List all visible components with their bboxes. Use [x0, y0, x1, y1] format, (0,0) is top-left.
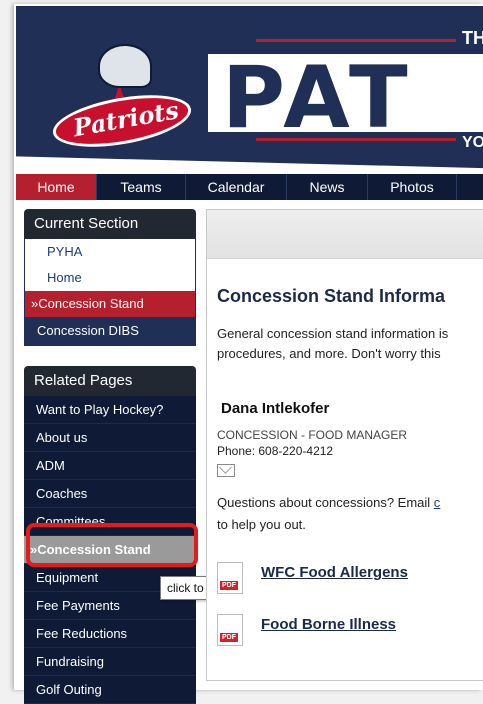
- document-link-wfc-food-allergens[interactable]: WFC Food Allergens: [261, 564, 408, 581]
- section-item-pyha[interactable]: PYHA: [25, 239, 195, 265]
- email-icon[interactable]: [217, 464, 235, 477]
- section-item-concession-stand[interactable]: »Concession Stand: [25, 291, 195, 317]
- nav-home[interactable]: Home: [16, 174, 97, 200]
- banner-text-top: THE: [462, 28, 483, 48]
- nav-calendar[interactable]: Calendar: [186, 174, 287, 200]
- patriot-helmet-icon: [98, 44, 152, 88]
- related-item-golf-outing[interactable]: Golf Outing: [24, 676, 196, 704]
- current-section-heading: Current Section: [24, 209, 196, 239]
- banner-stripe: [256, 39, 456, 42]
- questions-text: Questions about concessions? Email c to …: [217, 495, 441, 532]
- related-pages-heading: Related Pages: [24, 366, 196, 396]
- content-toolbar: [207, 210, 483, 259]
- current-section-panel: Current Section PYHA Home »Concession St…: [24, 209, 196, 346]
- related-item-coaches[interactable]: Coaches: [24, 480, 196, 508]
- contact-name: Dana Intlekofer: [221, 400, 330, 417]
- banner-text-bottom: YOU: [462, 134, 483, 151]
- contact-role: CONCESSION - FOOD MANAGER: [217, 428, 408, 442]
- pdf-icon: PDF: [217, 614, 243, 646]
- pdf-icon: PDF: [217, 562, 243, 594]
- document-link-food-borne-illness[interactable]: Food Borne Illness: [261, 616, 396, 633]
- related-item-fee-reductions[interactable]: Fee Reductions: [24, 620, 196, 648]
- document-item[interactable]: PDF Food Borne Illness: [217, 612, 477, 646]
- site-banner: THE YOU PAT ★ Patriots: [16, 6, 483, 172]
- related-item-want-to-play[interactable]: Want to Play Hockey?: [24, 396, 196, 424]
- page-description: General concession stand information is …: [217, 326, 449, 361]
- current-section-list: PYHA Home »Concession Stand Concession D…: [24, 239, 196, 346]
- related-item-fundraising[interactable]: Fundraising: [24, 648, 196, 676]
- content-panel: Concession Stand Informa General concess…: [206, 209, 483, 681]
- email-link[interactable]: c: [434, 495, 441, 510]
- document-item[interactable]: PDF WFC Food Allergens: [217, 560, 477, 594]
- highlight-annotation-box: [26, 523, 198, 567]
- patriots-logo[interactable]: ★ Patriots: [26, 36, 206, 156]
- nav-photos[interactable]: Photos: [368, 174, 457, 200]
- page-title: Concession Stand Informa: [217, 286, 446, 306]
- banner-wordmark: PAT: [208, 48, 483, 148]
- main-nav: Home Teams Calendar News Photos: [16, 174, 483, 200]
- contact-phone: Phone: 608-220-4212: [217, 444, 334, 458]
- nav-teams[interactable]: Teams: [97, 174, 186, 200]
- section-item-home[interactable]: Home: [25, 265, 195, 291]
- section-item-concession-dibs[interactable]: Concession DIBS: [25, 317, 195, 345]
- related-item-about-us[interactable]: About us: [24, 424, 196, 452]
- related-item-adm[interactable]: ADM: [24, 452, 196, 480]
- nav-news[interactable]: News: [287, 174, 368, 200]
